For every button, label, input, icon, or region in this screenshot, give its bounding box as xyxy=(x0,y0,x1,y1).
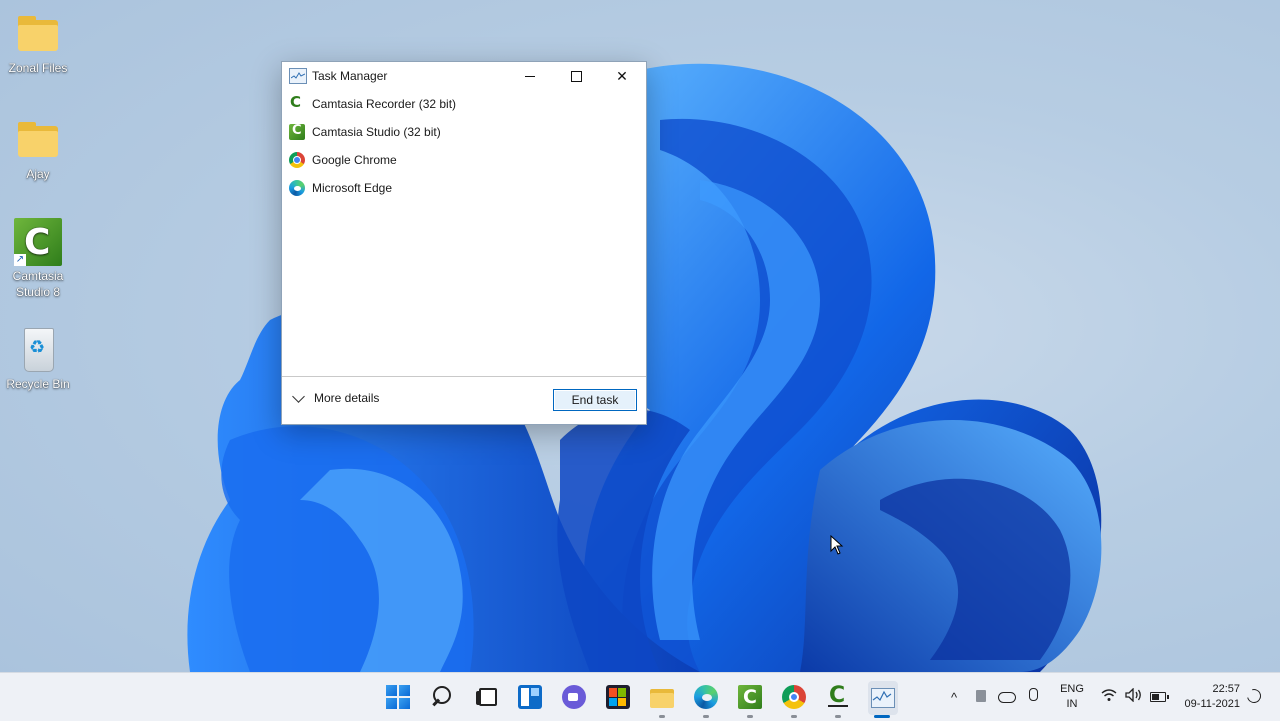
wifi-icon[interactable] xyxy=(1101,688,1117,702)
process-name: Camtasia Recorder (32 bit) xyxy=(312,97,457,111)
battery-icon[interactable] xyxy=(1150,692,1169,702)
more-details-toggle[interactable]: More details xyxy=(292,389,380,405)
minimize-icon xyxy=(525,75,535,77)
language-region: IN xyxy=(1066,698,1078,710)
chevron-down-icon xyxy=(292,389,305,403)
folder-icon xyxy=(14,116,62,164)
task-manager-window: Task Manager ✕ C Camtasia Recorder (32 b… xyxy=(281,61,647,425)
recycle-bin-icon: ♻ xyxy=(14,326,62,374)
clock-time: 22:57 xyxy=(1212,683,1240,695)
file-explorer-icon[interactable] xyxy=(650,685,674,709)
running-indicator xyxy=(791,715,797,718)
task-manager-footer: More details End task xyxy=(282,376,646,424)
store-icon[interactable] xyxy=(606,685,630,709)
start-icon[interactable] xyxy=(386,685,410,709)
camtasia-studio-icon: C xyxy=(289,123,305,140)
desktop-icon-zonal-files[interactable]: Zonal Files xyxy=(1,10,75,76)
camtasia-icon: C ↗ xyxy=(14,218,62,266)
process-name: Google Chrome xyxy=(312,153,397,167)
taskbar: C C ^ ENG IN 22:57 09-11-2021 xyxy=(0,672,1280,721)
language-indicator[interactable]: ENG IN xyxy=(1056,682,1088,712)
desktop-icon-label: Zonal Files xyxy=(8,61,68,75)
volume-icon[interactable] xyxy=(1125,688,1143,702)
desktop-icon-camtasia-studio[interactable]: C ↗ Camtasia Studio 8 xyxy=(1,218,75,300)
chevron-up-icon[interactable]: ^ xyxy=(951,673,957,721)
process-row[interactable]: Microsoft Edge xyxy=(282,174,646,202)
maximize-icon xyxy=(570,70,582,82)
clock-date: 09-11-2021 xyxy=(1184,698,1240,710)
task-manager-icon[interactable] xyxy=(871,688,895,708)
process-name: Microsoft Edge xyxy=(312,181,393,195)
running-indicator xyxy=(747,715,753,718)
running-indicator xyxy=(835,715,841,718)
minimize-button[interactable] xyxy=(507,62,553,90)
task-view-icon[interactable] xyxy=(472,685,497,709)
language-code: ENG xyxy=(1060,683,1084,695)
edge-icon xyxy=(289,180,305,196)
onedrive-icon[interactable] xyxy=(998,692,1016,703)
tray-app-icon[interactable] xyxy=(976,690,986,702)
desktop-icon-label: Camtasia Studio 8 xyxy=(12,269,64,299)
camtasia-studio-icon[interactable]: C xyxy=(738,685,762,709)
chrome-icon xyxy=(289,152,305,168)
process-row[interactable]: C Camtasia Studio (32 bit) xyxy=(282,118,646,146)
process-row[interactable]: C Camtasia Recorder (32 bit) xyxy=(282,90,646,118)
process-row[interactable]: Google Chrome xyxy=(282,146,646,174)
desktop-icon-label: Ajay xyxy=(26,167,50,181)
maximize-button[interactable] xyxy=(553,62,599,90)
running-indicator xyxy=(659,715,665,718)
window-title: Task Manager xyxy=(312,69,388,83)
chat-icon[interactable] xyxy=(562,685,586,709)
shortcut-arrow-icon: ↗ xyxy=(14,254,26,266)
mouse-cursor-icon xyxy=(830,535,844,555)
close-button[interactable]: ✕ xyxy=(599,62,645,90)
title-bar[interactable]: Task Manager ✕ xyxy=(282,62,646,90)
task-manager-icon xyxy=(289,68,307,84)
camtasia-recorder-icon[interactable]: C xyxy=(826,683,850,709)
camtasia-recorder-icon: C xyxy=(289,93,305,112)
desktop-icon-ajay[interactable]: Ajay xyxy=(1,116,75,182)
close-icon: ✕ xyxy=(616,67,628,84)
edge-icon[interactable] xyxy=(694,685,718,709)
chrome-icon[interactable] xyxy=(782,685,806,709)
widgets-icon[interactable] xyxy=(518,685,542,709)
microphone-icon[interactable] xyxy=(1029,688,1038,701)
clock[interactable]: 22:57 09-11-2021 xyxy=(1176,682,1240,712)
folder-icon xyxy=(14,10,62,58)
process-list: C Camtasia Recorder (32 bit) C Camtasia … xyxy=(282,90,646,202)
focus-assist-icon[interactable] xyxy=(1244,686,1264,706)
more-details-label: More details xyxy=(314,391,380,405)
search-icon[interactable] xyxy=(430,685,454,709)
running-indicator xyxy=(874,715,890,718)
desktop-icon-recycle-bin[interactable]: ♻ Recycle Bin xyxy=(1,326,75,392)
process-name: Camtasia Studio (32 bit) xyxy=(312,125,441,139)
desktop-icon-label: Recycle Bin xyxy=(6,377,70,391)
running-indicator xyxy=(703,715,709,718)
end-task-button[interactable]: End task xyxy=(553,389,637,411)
